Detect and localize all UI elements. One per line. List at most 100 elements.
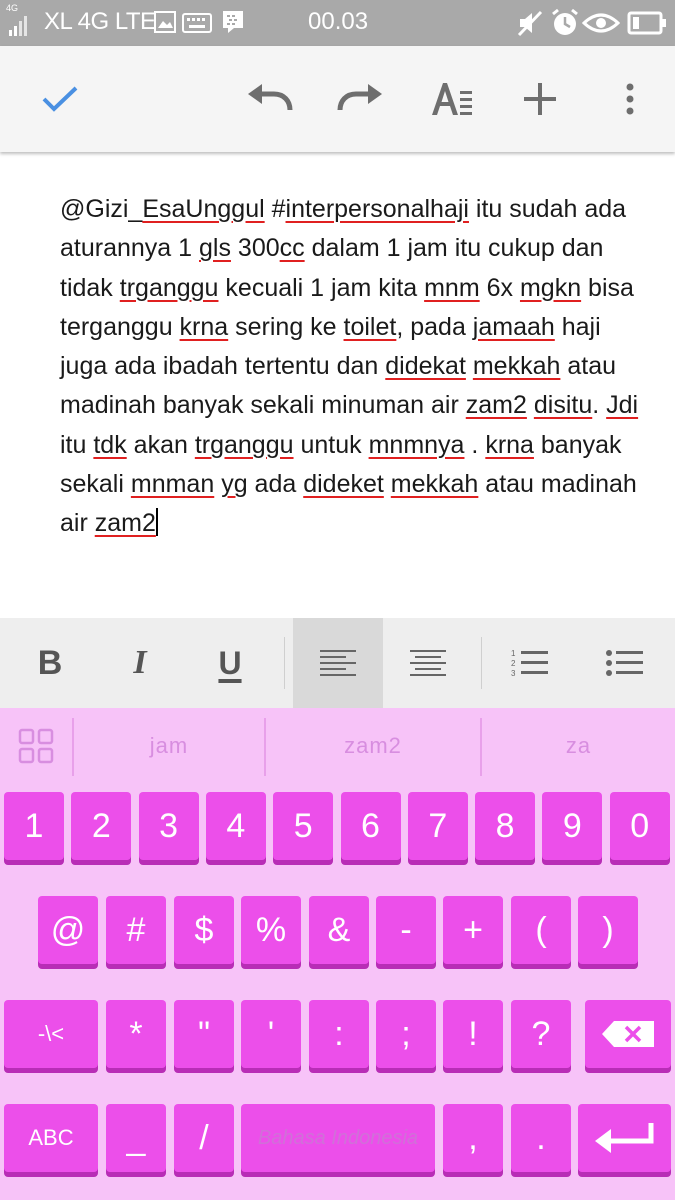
text-run: 6x bbox=[479, 273, 520, 302]
misspelled-word: mgkn bbox=[519, 273, 582, 302]
text-run: . bbox=[592, 391, 607, 420]
undo-button[interactable] bbox=[232, 46, 308, 152]
bold-button[interactable]: B bbox=[10, 618, 90, 708]
key-5[interactable]: 5 bbox=[273, 792, 334, 860]
misspelled-word: zam2 bbox=[94, 509, 156, 538]
keyboard: jam zam2 za 1 2 3 4 5 6 7 8 9 0 @ # $% & - +() -\< * " ':;!… bbox=[0, 708, 675, 1200]
key-symbol[interactable]: # bbox=[106, 896, 166, 964]
key-symbol[interactable]: ) bbox=[578, 896, 638, 964]
enter-key[interactable] bbox=[578, 1104, 671, 1172]
slash-key[interactable]: / bbox=[174, 1104, 234, 1172]
italic-icon: I bbox=[133, 644, 147, 681]
key-symbol[interactable]: " bbox=[174, 1000, 234, 1068]
key-6[interactable]: 6 bbox=[340, 792, 401, 860]
eye-icon bbox=[582, 13, 620, 33]
key-4[interactable]: 4 bbox=[205, 792, 266, 860]
misspelled-word: Jdi bbox=[606, 391, 639, 420]
key-symbol[interactable]: ' bbox=[241, 1000, 301, 1068]
align-left-button[interactable] bbox=[293, 618, 383, 708]
suggestion-3[interactable]: za bbox=[482, 708, 675, 784]
bbm-icon bbox=[223, 11, 243, 33]
misspelled-word: mnman bbox=[130, 470, 215, 499]
clock: 00.03 bbox=[308, 8, 369, 35]
text-run: . bbox=[464, 430, 486, 459]
text-run: 300 bbox=[230, 234, 280, 263]
alarm-icon bbox=[552, 8, 578, 35]
more-vert-icon bbox=[626, 83, 634, 115]
misspelled-word: toilet bbox=[343, 312, 397, 341]
suggestion-1[interactable]: jam bbox=[74, 708, 264, 784]
grid-icon bbox=[18, 728, 54, 764]
key-symbol[interactable]: & bbox=[309, 896, 369, 964]
svg-text:3: 3 bbox=[511, 669, 516, 678]
key-symbol[interactable]: + bbox=[443, 896, 503, 964]
text-run bbox=[384, 470, 391, 498]
insert-button[interactable] bbox=[502, 46, 578, 152]
done-button[interactable] bbox=[20, 46, 100, 152]
text-run: untuk bbox=[293, 430, 369, 459]
undo-icon bbox=[248, 84, 293, 111]
abc-key[interactable]: ABC bbox=[4, 1104, 98, 1172]
backspace-key[interactable] bbox=[585, 1000, 671, 1068]
key-8[interactable]: 8 bbox=[475, 792, 536, 860]
enter-icon bbox=[594, 1123, 653, 1153]
divider bbox=[481, 637, 482, 689]
key-7[interactable]: 7 bbox=[407, 792, 468, 860]
redo-icon bbox=[337, 84, 382, 111]
carrier-label: XL 4G LTE bbox=[44, 8, 156, 35]
period-key[interactable]: . bbox=[511, 1104, 571, 1172]
text-run: , pada bbox=[396, 312, 473, 341]
divider bbox=[284, 637, 285, 689]
key-symbol[interactable]: : bbox=[309, 1000, 369, 1068]
key-symbol[interactable]: ( bbox=[511, 896, 571, 964]
key-symbol[interactable]: -\< bbox=[4, 1000, 98, 1068]
key-symbol[interactable]: * bbox=[106, 1000, 166, 1068]
key-symbol[interactable]: - bbox=[376, 896, 436, 964]
keyboard-menu-button[interactable] bbox=[0, 708, 72, 784]
underline-button[interactable]: U bbox=[190, 618, 270, 708]
misspelled-word: trganggu bbox=[119, 273, 219, 302]
key-2[interactable]: 2 bbox=[71, 792, 132, 860]
key-0[interactable]: 0 bbox=[609, 792, 670, 860]
more-options-button[interactable] bbox=[600, 46, 660, 152]
key-symbol[interactable]: % bbox=[241, 896, 301, 964]
comma-key[interactable]: , bbox=[443, 1104, 503, 1172]
bulleted-list-icon bbox=[606, 650, 643, 676]
text-format-button[interactable] bbox=[414, 46, 490, 152]
key-3[interactable]: 3 bbox=[138, 792, 199, 860]
key-symbol[interactable]: ! bbox=[443, 1000, 503, 1068]
misspelled-word: didekat bbox=[385, 352, 466, 381]
bulleted-list-button[interactable] bbox=[585, 618, 665, 708]
key-symbol[interactable]: ; bbox=[376, 1000, 436, 1068]
key-symbol[interactable]: $ bbox=[174, 896, 234, 964]
key-9[interactable]: 9 bbox=[542, 792, 603, 860]
align-center-icon bbox=[410, 650, 446, 676]
key-symbol[interactable]: @ bbox=[38, 896, 98, 964]
text-format-icon bbox=[432, 83, 472, 115]
misspelled-word: mnm bbox=[424, 273, 480, 302]
suggestion-2[interactable]: zam2 bbox=[266, 708, 480, 784]
space-key[interactable]: Bahasa Indonesia bbox=[241, 1104, 435, 1172]
misspelled-word: tdk bbox=[93, 430, 127, 459]
text-cursor bbox=[155, 508, 158, 537]
status-bar: 4G XL 4G LTE 00.03 bbox=[0, 0, 675, 46]
mute-icon bbox=[517, 10, 543, 37]
misspelled-word: cc bbox=[279, 234, 305, 263]
underscore-key[interactable]: _ bbox=[106, 1104, 166, 1172]
text-run: ada bbox=[247, 470, 304, 499]
battery-icon bbox=[627, 11, 666, 35]
key-1[interactable]: 1 bbox=[4, 792, 64, 860]
text-run: akan bbox=[126, 430, 195, 459]
text-run bbox=[466, 352, 473, 380]
redo-button[interactable] bbox=[322, 46, 398, 152]
signal-icon bbox=[9, 12, 27, 36]
align-center-button[interactable] bbox=[383, 618, 473, 708]
add-icon bbox=[524, 83, 556, 115]
numbered-list-icon: 123 bbox=[511, 649, 548, 678]
key-symbol[interactable]: ? bbox=[511, 1000, 571, 1068]
numbered-list-button[interactable]: 123 bbox=[490, 618, 570, 708]
misspelled-word: krna bbox=[179, 312, 229, 341]
document-body[interactable]: @Gizi_EsaUnggul #interpersonalhaji itu s… bbox=[60, 190, 640, 544]
misspelled-word: mekkah bbox=[390, 470, 479, 499]
italic-button[interactable]: I bbox=[100, 618, 180, 708]
